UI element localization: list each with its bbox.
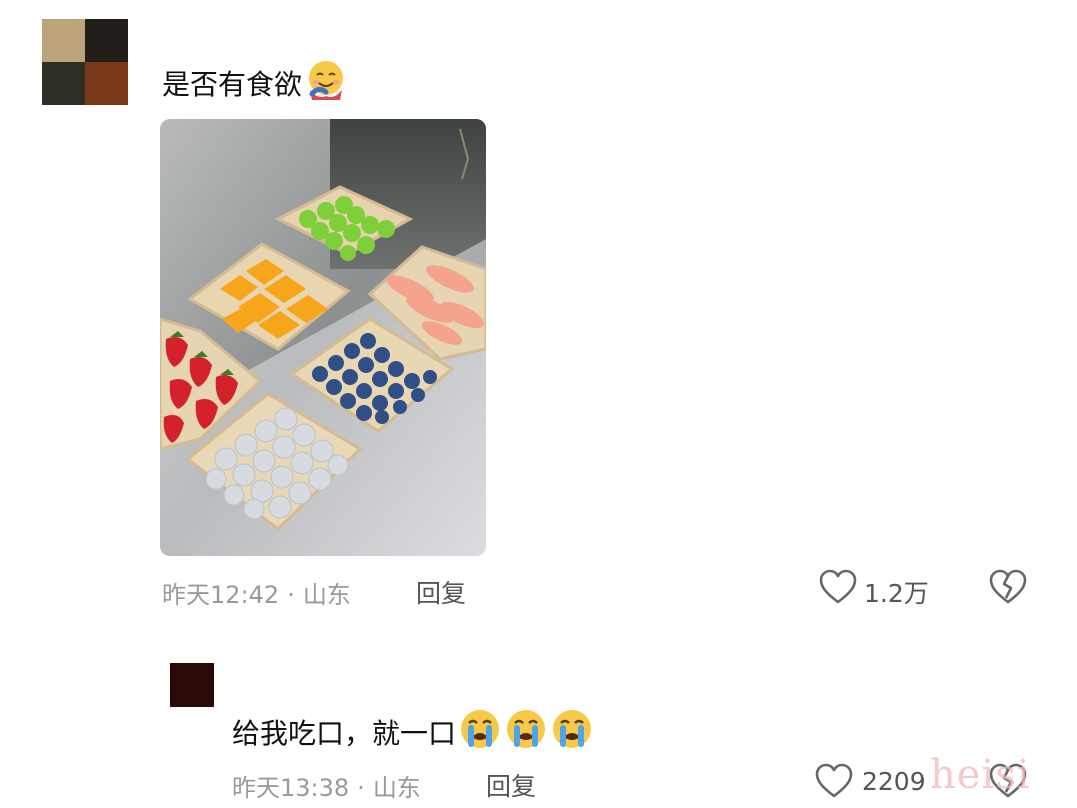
comment-meta: 昨天12:42 · 山东 xyxy=(162,575,351,610)
comment-location: 山东 xyxy=(372,774,421,802)
comment-text: 给我吃口，就一口 xyxy=(232,707,594,762)
like-heart-icon[interactable] xyxy=(818,568,858,610)
loudly-crying-face-icon xyxy=(458,707,502,762)
like-heart-icon[interactable] xyxy=(814,762,854,804)
comment-meta: 昨天13:38 · 山东 xyxy=(232,768,421,803)
avatar[interactable] xyxy=(170,663,214,707)
watermark: heisi xyxy=(930,752,1031,798)
meta-separator: · xyxy=(287,581,295,609)
comment-time: 昨天13:38 xyxy=(232,774,350,802)
like-count: 1.2万 xyxy=(864,579,929,608)
reply-button[interactable]: 回复 xyxy=(486,767,536,803)
comment-location: 山东 xyxy=(302,581,351,609)
meta-separator: · xyxy=(357,774,365,802)
avatar[interactable] xyxy=(42,19,128,105)
smiling-face-hug-emoji-icon xyxy=(304,58,348,113)
comment-time: 昨天12:42 xyxy=(162,581,280,609)
reply-button[interactable]: 回复 xyxy=(416,574,466,610)
like-count: 2209 xyxy=(862,767,926,796)
comment-text: 是否有食欲 xyxy=(162,58,348,113)
fruit-photo[interactable] xyxy=(160,119,486,556)
loudly-crying-face-icon xyxy=(550,707,594,762)
broken-heart-icon[interactable] xyxy=(988,568,1028,610)
loudly-crying-face-icon xyxy=(504,707,548,762)
